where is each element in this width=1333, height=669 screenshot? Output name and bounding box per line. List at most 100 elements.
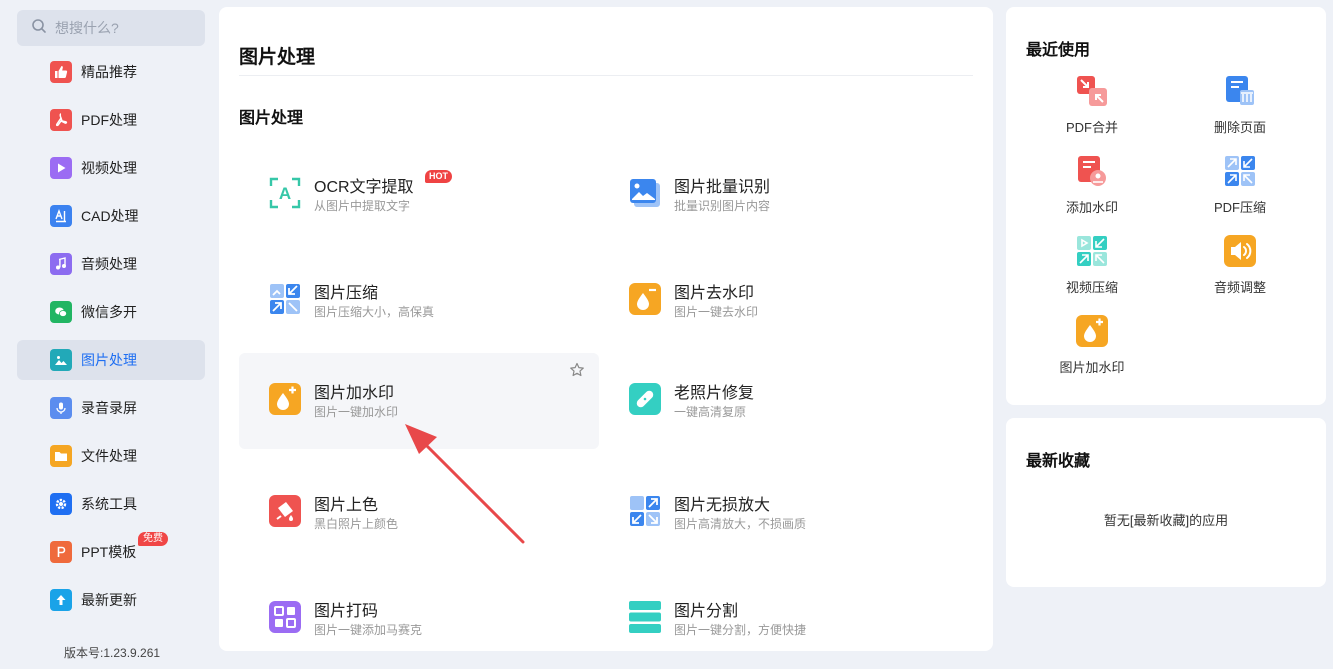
quick-item-delete-page[interactable]: 删除页面 bbox=[1180, 75, 1300, 145]
search-input[interactable] bbox=[55, 20, 195, 36]
image-icon bbox=[50, 349, 72, 371]
gear-icon bbox=[50, 493, 72, 515]
microphone-icon bbox=[50, 397, 72, 419]
paint-bucket-icon bbox=[269, 495, 301, 527]
ocr-icon: A bbox=[269, 177, 301, 209]
sidebar-item-label: 最新更新 bbox=[81, 592, 137, 608]
pdf-icon bbox=[50, 109, 72, 131]
split-rows-icon bbox=[629, 601, 661, 633]
quick-item-pdf-compress[interactable]: PDF压缩 bbox=[1180, 155, 1300, 225]
sidebar-item-updates[interactable]: 最新更新 bbox=[17, 580, 205, 620]
tool-card-batch-recognize[interactable]: 图片批量识别 批量识别图片内容 bbox=[599, 147, 959, 243]
add-watermark-icon bbox=[1076, 155, 1108, 187]
quick-item-image-watermark[interactable]: 图片加水印 bbox=[1032, 315, 1152, 385]
tool-desc: 图片压缩大小，高保真 bbox=[314, 305, 435, 319]
tool-desc: 图片一键加水印 bbox=[314, 405, 399, 419]
sidebar-item-recording[interactable]: 录音录屏 bbox=[17, 388, 205, 428]
tool-desc: 一键高清复原 bbox=[674, 405, 747, 419]
search-icon bbox=[31, 18, 47, 39]
cad-icon bbox=[50, 205, 72, 227]
sidebar-item-audio[interactable]: 音频处理 bbox=[17, 244, 205, 284]
tool-name: OCR文字提取 bbox=[314, 179, 414, 196]
tool-name: 老照片修复 bbox=[674, 385, 755, 402]
tool-name: 图片打码 bbox=[314, 603, 379, 620]
tool-card-upscale[interactable]: 图片无损放大 图片高清放大，不损画质 bbox=[599, 465, 959, 561]
sidebar-item-wechat[interactable]: 微信多开 bbox=[17, 292, 205, 332]
thumbs-up-icon bbox=[50, 61, 72, 83]
page-title: 图片处理 bbox=[239, 47, 316, 68]
tool-desc: 从图片中提取文字 bbox=[314, 199, 411, 213]
pdf-compress-icon bbox=[1224, 155, 1256, 187]
tool-card-split[interactable]: 图片分割 图片一键分割，方便快捷 bbox=[599, 571, 959, 651]
sidebar-item-label: 微信多开 bbox=[81, 304, 137, 320]
sidebar-item-files[interactable]: 文件处理 bbox=[17, 436, 205, 476]
quick-item-label: 音频调整 bbox=[1213, 280, 1266, 295]
sidebar-item-ppt[interactable]: PPT模板 免费 bbox=[17, 532, 205, 572]
folder-icon bbox=[50, 445, 72, 467]
quick-item-label: PDF压缩 bbox=[1213, 200, 1266, 215]
sidebar-item-cad[interactable]: CAD处理 bbox=[17, 196, 205, 236]
tool-card-mosaic[interactable]: 图片打码 图片一键添加马赛克 bbox=[239, 571, 599, 651]
quick-item-label: 添加水印 bbox=[1065, 200, 1118, 215]
section-title: 图片处理 bbox=[239, 110, 304, 127]
svg-text:A: A bbox=[279, 184, 291, 203]
tool-name: 图片加水印 bbox=[314, 385, 395, 402]
water-drop-plus-icon bbox=[269, 383, 301, 415]
sidebar-item-label: PPT模板 bbox=[81, 544, 137, 560]
bandage-icon bbox=[629, 383, 661, 415]
tool-name: 图片上色 bbox=[314, 497, 379, 514]
video-compress-icon bbox=[1076, 235, 1108, 267]
main-panel: 图片处理 图片处理 A OCR文字提取 HOT 从图片中提取文字 图片批量识别 … bbox=[219, 7, 993, 651]
sidebar-item-recommended[interactable]: 精品推荐 bbox=[17, 52, 205, 92]
favorites-panel: 最新收藏 暂无[最新收藏]的应用 bbox=[1006, 418, 1326, 587]
sidebar-nav: 精品推荐 PDF处理 视频处理 CAD处理 音频处理 微信多开 图片处理 录音录… bbox=[17, 52, 205, 628]
sidebar-item-label: 视频处理 bbox=[81, 160, 137, 176]
tool-name: 图片去水印 bbox=[674, 285, 755, 302]
ppt-icon bbox=[50, 541, 72, 563]
tool-desc: 图片一键分割，方便快捷 bbox=[674, 623, 807, 637]
quick-item-label: PDF合并 bbox=[1065, 120, 1118, 135]
music-note-icon bbox=[50, 253, 72, 275]
quick-item-add-watermark[interactable]: 添加水印 bbox=[1032, 155, 1152, 225]
favorites-empty-text: 暂无[最新收藏]的应用 bbox=[1103, 513, 1229, 528]
sidebar-item-pdf[interactable]: PDF处理 bbox=[17, 100, 205, 140]
delete-page-icon bbox=[1224, 75, 1256, 107]
sidebar: 精品推荐 PDF处理 视频处理 CAD处理 音频处理 bbox=[0, 0, 219, 669]
tool-desc: 批量识别图片内容 bbox=[674, 199, 771, 213]
tool-card-image-compress[interactable]: 图片压缩 图片压缩大小，高保真 bbox=[239, 253, 599, 349]
grid-icon bbox=[269, 601, 301, 633]
tool-desc: 图片一键添加马赛克 bbox=[314, 623, 423, 637]
sidebar-item-label: 录音录屏 bbox=[81, 400, 137, 416]
merge-icon bbox=[1076, 75, 1108, 107]
sidebar-item-label: 音频处理 bbox=[81, 256, 137, 272]
recent-title: 最近使用 bbox=[1026, 42, 1091, 59]
sidebar-item-image[interactable]: 图片处理 bbox=[17, 340, 205, 380]
expand-icon bbox=[629, 495, 661, 527]
tool-card-ocr[interactable]: A OCR文字提取 HOT 从图片中提取文字 bbox=[239, 147, 599, 243]
sidebar-item-label: CAD处理 bbox=[81, 208, 139, 224]
quick-item-pdf-merge[interactable]: PDF合并 bbox=[1032, 75, 1152, 145]
sidebar-item-label: 文件处理 bbox=[81, 448, 137, 464]
quick-item-audio-adjust[interactable]: 音频调整 bbox=[1180, 235, 1300, 305]
tool-desc: 图片高清放大，不损画质 bbox=[674, 517, 807, 531]
tool-card-photo-restore[interactable]: 老照片修复 一键高清复原 bbox=[599, 353, 959, 449]
divider bbox=[239, 75, 973, 76]
search-box[interactable] bbox=[17, 10, 205, 46]
quick-item-video-compress[interactable]: 视频压缩 bbox=[1032, 235, 1152, 305]
annotation-arrow bbox=[405, 424, 525, 544]
favorites-title: 最新收藏 bbox=[1026, 453, 1091, 470]
image-stack-icon bbox=[629, 177, 661, 209]
sidebar-item-system-tools[interactable]: 系统工具 bbox=[17, 484, 205, 524]
tool-card-remove-watermark[interactable]: 图片去水印 图片一键去水印 bbox=[599, 253, 959, 349]
tool-name: 图片批量识别 bbox=[674, 179, 771, 196]
sidebar-item-video[interactable]: 视频处理 bbox=[17, 148, 205, 188]
quick-item-label: 删除页面 bbox=[1213, 120, 1266, 135]
sidebar-item-label: 系统工具 bbox=[81, 496, 137, 512]
speaker-icon bbox=[1224, 235, 1256, 267]
compress-icon bbox=[269, 283, 301, 315]
sidebar-item-label: 图片处理 bbox=[81, 352, 137, 368]
wechat-icon bbox=[50, 301, 72, 323]
tool-desc: 黑白照片上颜色 bbox=[314, 517, 399, 531]
star-icon[interactable] bbox=[569, 362, 585, 378]
water-drop-minus-icon bbox=[629, 283, 661, 315]
